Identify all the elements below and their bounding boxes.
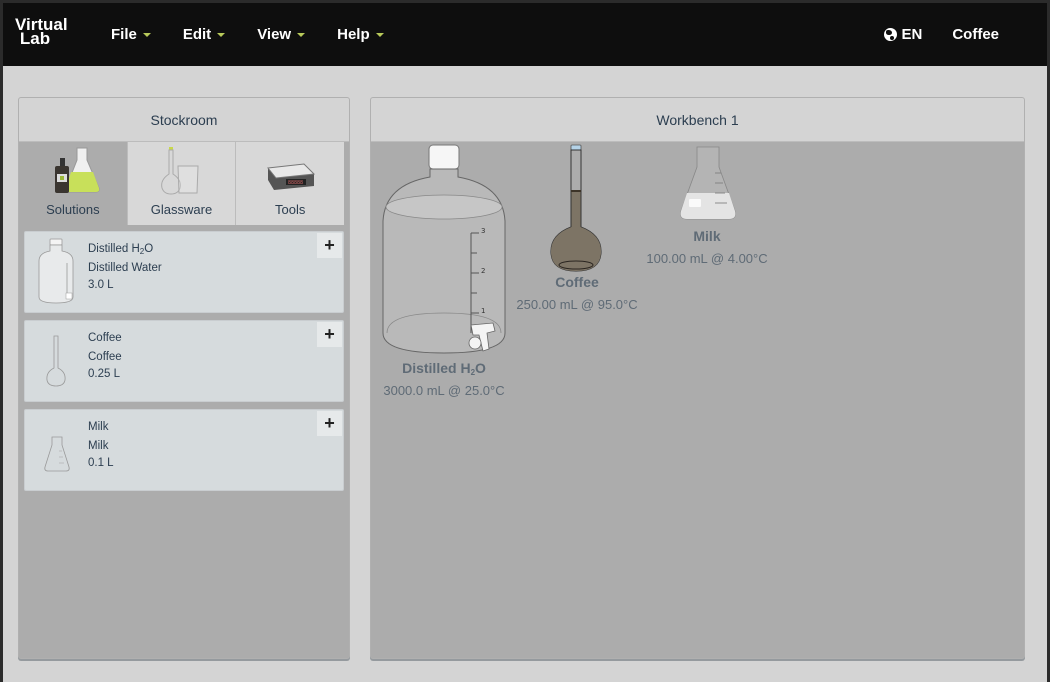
menu-view[interactable]: View [257,26,306,43]
menu-file-label: File [111,26,137,43]
tab-solutions-label: Solutions [46,202,100,217]
add-to-workbench-button[interactable]: + [317,233,342,258]
workbench-item-distilled-water[interactable]: 3 2 1 Distilled H2O 3000.0 mL @ 25.0°C [375,143,513,400]
stockroom-panel: Stockroom Solutions Glassware 88888 Tool… [18,97,350,659]
stockroom-item-name: Milk [88,421,109,433]
workbench-item-name: Coffee [555,274,599,290]
menu-view-label: View [257,26,292,43]
stockroom-item-volume: 3.0 L [88,279,114,291]
tab-glassware-label: Glassware [150,202,213,217]
stockroom-title: Stockroom [19,98,349,142]
caret-down-icon [217,32,226,37]
workbench-item-name: Milk [693,228,721,244]
caret-down-icon [297,32,306,37]
stockroom-item-volume: 0.25 L [88,368,120,380]
workbench-item-detail: 3000.0 mL @ 25.0°C [383,383,505,398]
carboy-icon: 3 2 1 [382,144,506,354]
glassware-icon [160,147,199,195]
stockroom-item-description: Coffee [88,351,122,363]
stockroom-item-milk[interactable]: Milk Milk 0.1 L + [24,409,344,491]
nav-right: EN Coffee [884,3,999,66]
stockroom-item-description: Distilled Water [88,262,162,274]
carboy-icon [38,238,74,304]
volumetric-flask-icon [550,144,602,272]
brand-logo[interactable]: Virtual Lab [15,16,68,48]
menu-help[interactable]: Help [337,26,384,43]
carboy-scale-label: 1 [481,307,485,315]
add-to-workbench-button[interactable]: + [317,411,342,436]
solutions-icon [54,147,100,193]
navbar: Virtual Lab File Edit View Help EN Coffe… [3,3,1047,66]
erlenmeyer-flask-icon [44,436,70,472]
volumetric-flask-icon [46,335,66,387]
tab-tools[interactable]: 88888 Tools [236,142,345,225]
carboy-scale-label: 2 [481,267,485,275]
menu-help-label: Help [337,26,370,43]
stockroom-item-volume: 0.1 L [88,457,114,469]
stockroom-item-name: Coffee [88,332,122,344]
brand-line2: Lab [19,29,51,48]
tab-tools-label: Tools [275,202,306,217]
stockroom-item-coffee[interactable]: Coffee Coffee 0.25 L + [24,320,344,402]
user-menu[interactable]: Coffee [952,26,999,43]
stockroom-item-name: Distilled H2O [88,243,154,256]
app-window: Virtual Lab File Edit View Help EN Coffe… [3,3,1047,682]
workbench-item-detail: 250.00 mL @ 95.0°C [516,297,638,312]
workbench-panel: Workbench 1 3 2 1 Distilled H2O 3000.0 m… [370,97,1025,659]
stockroom-tabs: Solutions Glassware 88888 Tools [19,142,345,225]
workbench-item-detail: 100.00 mL @ 4.00°C [646,251,768,266]
menu-edit-label: Edit [182,26,212,43]
stockroom-item-description: Milk [88,440,109,452]
svg-text:88888: 88888 [288,180,303,186]
workbench-item-coffee[interactable]: Coffee 250.00 mL @ 95.0°C [507,143,647,314]
stockroom-item-distilled-water[interactable]: Distilled H2O Distilled Water 3.0 L + [24,231,344,313]
caret-down-icon [375,32,384,37]
globe-icon [884,28,898,41]
main-menu: File Edit View Help [111,3,416,66]
carboy-scale-label: 3 [481,227,485,235]
language-selector[interactable]: EN [884,26,922,43]
language-label: EN [901,26,923,43]
stockroom-list: Distilled H2O Distilled Water 3.0 L + Co… [19,225,349,491]
erlenmeyer-flask-icon [680,146,736,220]
workbench-item-milk[interactable]: Milk 100.00 mL @ 4.00°C [637,143,777,268]
caret-down-icon [142,32,151,37]
tab-glassware[interactable]: Glassware [127,142,237,225]
workbench-title: Workbench 1 [371,98,1024,142]
menu-file[interactable]: File [111,26,151,43]
menu-edit[interactable]: Edit [182,26,226,43]
add-to-workbench-button[interactable]: + [317,322,342,347]
tools-icon: 88888 [267,163,316,190]
tab-solutions[interactable]: Solutions [19,142,128,225]
workbench-item-name: Distilled H2O [402,360,486,377]
